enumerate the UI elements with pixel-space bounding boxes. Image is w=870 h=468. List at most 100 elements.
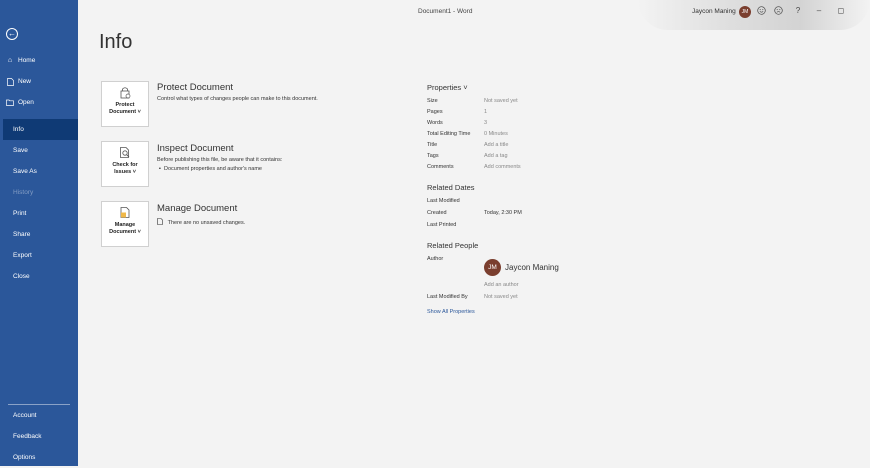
prop-label: Created <box>427 210 484 216</box>
prop-row-last-printed: Last Printed <box>427 222 484 228</box>
title-field[interactable]: Add a title <box>484 142 508 148</box>
prop-row-last-modified: Last Modified <box>427 198 484 204</box>
sidebar-item-info[interactable]: Info <box>3 119 78 140</box>
add-author-field[interactable]: Add an author <box>484 282 519 288</box>
comments-field[interactable]: Add comments <box>484 164 521 170</box>
card-label-line2: Issues ˅ <box>114 169 136 176</box>
user-name[interactable]: Jaycon Maning <box>692 8 736 15</box>
author-name[interactable]: Jaycon Maning <box>505 263 559 272</box>
prop-row-title: Title Add a title <box>427 142 508 148</box>
check-for-issues-button[interactable]: Check for Issues ˅ <box>101 141 149 187</box>
sidebar-item-label: Open <box>18 99 34 106</box>
sidebar-item-label: Share <box>13 231 30 238</box>
minimize-icon[interactable]: – <box>813 6 825 15</box>
restore-icon[interactable]: ◻ <box>835 6 847 15</box>
inspect-bullet-text: Document properties and author's name <box>164 166 262 172</box>
prop-label: Comments <box>427 164 484 170</box>
user-avatar[interactable]: JM <box>739 6 751 18</box>
inspect-document-heading: Inspect Document <box>157 143 234 154</box>
prop-label: Pages <box>427 109 484 115</box>
lock-document-icon <box>119 86 131 100</box>
card-label-line2: Document ˅ <box>109 109 141 116</box>
sidebar-item-feedback[interactable]: Feedback <box>0 426 78 447</box>
sidebar-item-close[interactable]: Close <box>0 266 78 287</box>
back-arrow-icon[interactable]: ← <box>6 28 18 40</box>
smiley-icon[interactable] <box>755 6 767 17</box>
sidebar-item-label: Save <box>13 147 28 154</box>
manage-document-text: There are no unsaved changes. <box>168 220 246 226</box>
prop-row-tags: Tags Add a tag <box>427 153 508 159</box>
prop-row-last-modified-by: Last Modified By Not saved yet <box>427 294 518 300</box>
help-icon[interactable]: ? <box>792 6 804 15</box>
prop-row-pages: Pages 1 <box>427 109 487 115</box>
sidebar-item-label: New <box>18 78 31 85</box>
prop-row-created: Created Today, 2:30 PM <box>427 210 522 216</box>
prop-row-comments: Comments Add comments <box>427 164 521 170</box>
prop-row-words: Words 3 <box>427 120 487 126</box>
home-icon: ⌂ <box>6 57 14 64</box>
sidebar-item-label: Info <box>13 126 24 133</box>
prop-label: Last Modified By <box>427 294 484 300</box>
sidebar-item-home[interactable]: ⌂ Home <box>0 50 78 71</box>
sidebar-item-save[interactable]: Save <box>0 140 78 161</box>
card-label-line2: Document ˅ <box>109 229 141 236</box>
sidebar-item-label: History <box>13 189 33 196</box>
sidebar-item-history: History <box>0 182 78 203</box>
prop-label: Tags <box>427 153 484 159</box>
sidebar-item-print[interactable]: Print <box>0 203 78 224</box>
inspect-document-icon <box>119 146 131 160</box>
frown-icon[interactable] <box>772 6 784 17</box>
author-avatar[interactable]: JM <box>484 259 501 276</box>
prop-label: Last Modified <box>427 198 484 204</box>
sidebar-bottom-nav: Account Feedback Options <box>0 404 78 468</box>
sidebar-item-label: Options <box>13 454 35 461</box>
protect-document-button[interactable]: Protect Document ˅ <box>101 81 149 127</box>
manage-document-button[interactable]: Manage Document ˅ <box>101 201 149 247</box>
protect-document-description: Control what types of changes people can… <box>157 96 318 102</box>
prop-value: 1 <box>484 109 487 115</box>
protect-document-heading: Protect Document <box>157 82 233 93</box>
tags-field[interactable]: Add a tag <box>484 153 508 159</box>
sidebar-item-open[interactable]: Open <box>0 92 78 113</box>
prop-value: Today, 2:30 PM <box>484 210 522 216</box>
prop-label: Size <box>427 98 484 104</box>
prop-label: Last Printed <box>427 222 484 228</box>
prop-row-editing-time: Total Editing Time 0 Minutes <box>427 131 508 137</box>
card-label-line1: Check for <box>112 162 137 169</box>
prop-value: Not saved yet <box>484 98 518 104</box>
show-all-properties-link[interactable]: Show All Properties <box>427 309 475 315</box>
sidebar-item-label: Save As <box>13 168 37 175</box>
sidebar-item-save-as[interactable]: Save As <box>0 161 78 182</box>
manage-document-icon <box>119 206 131 220</box>
sidebar-item-export[interactable]: Export <box>0 245 78 266</box>
sidebar-item-new[interactable]: New <box>0 71 78 92</box>
card-label-line1: Protect <box>116 102 135 109</box>
prop-row-author: Author <box>427 256 484 262</box>
sidebar-item-share[interactable]: Share <box>0 224 78 245</box>
prop-label: Author <box>427 256 484 262</box>
page-title: Info <box>99 31 132 54</box>
prop-row-size: Size Not saved yet <box>427 98 518 104</box>
sidebar-item-label: Home <box>18 57 35 64</box>
new-document-icon <box>6 78 14 86</box>
manage-document-description: There are no unsaved changes. <box>157 218 245 226</box>
inspect-bullet: ▪ Document properties and author's name <box>159 166 262 172</box>
sidebar-item-label: Close <box>13 273 30 280</box>
sidebar-item-label: Print <box>13 210 26 217</box>
sidebar-item-label: Feedback <box>13 433 42 440</box>
inspect-document-description: Before publishing this file, be aware th… <box>157 157 282 163</box>
related-dates-heading: Related Dates <box>427 183 475 192</box>
sidebar-item-label: Account <box>13 412 37 419</box>
sidebar-item-options[interactable]: Options <box>0 447 78 468</box>
open-folder-icon <box>6 99 14 106</box>
properties-dropdown[interactable]: Properties ˅ <box>427 83 468 92</box>
sidebar-top-nav: ⌂ Home New Open <box>0 50 78 126</box>
sidebar-item-account[interactable]: Account <box>0 405 78 426</box>
document-title: Document1 - Word <box>418 8 472 15</box>
prop-label: Title <box>427 142 484 148</box>
info-pane: Info Protect Document ˅ Protect Document… <box>78 26 870 466</box>
document-status-icon <box>157 220 165 226</box>
manage-document-heading: Manage Document <box>157 203 237 214</box>
prop-value: Not saved yet <box>484 294 518 300</box>
related-people-heading: Related People <box>427 241 478 250</box>
